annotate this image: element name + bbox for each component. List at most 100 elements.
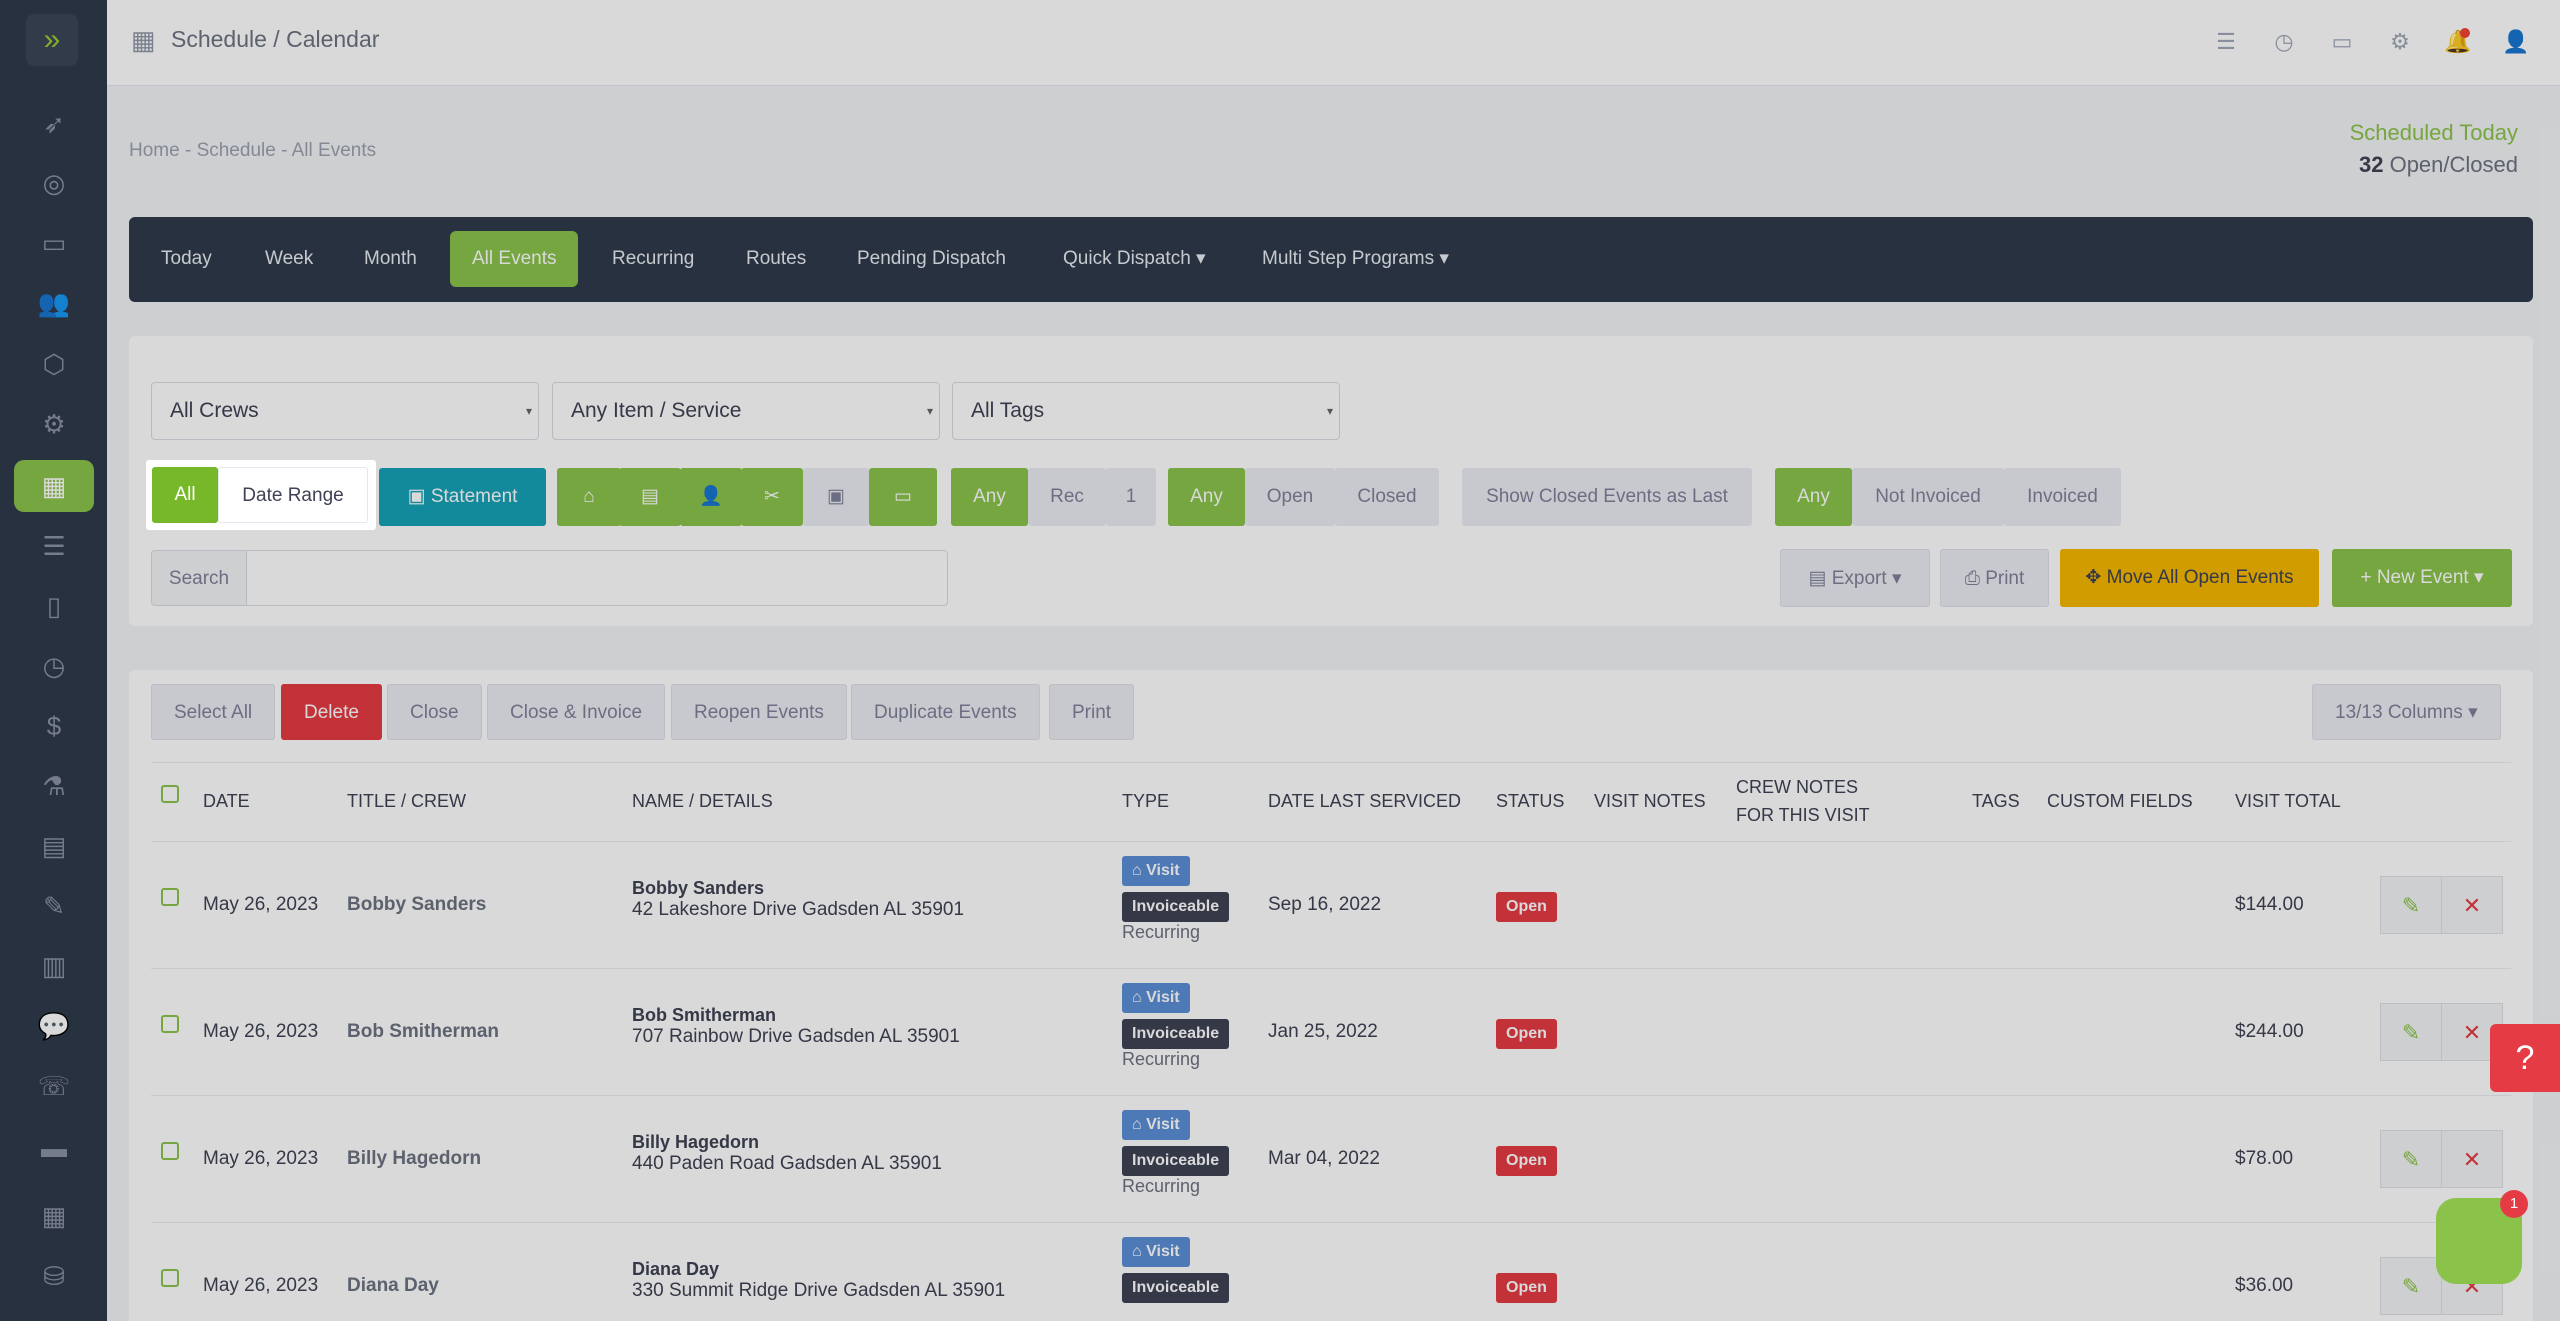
comments-icon[interactable]: 💬: [14, 1000, 94, 1052]
tab-routes[interactable]: Routes: [724, 231, 828, 287]
status-any-button[interactable]: Any: [1168, 468, 1245, 526]
row-checkbox[interactable]: [161, 1269, 179, 1287]
row-crew-link[interactable]: Bobby Sanders: [347, 894, 486, 916]
tab-quick-dispatch[interactable]: Quick Dispatch ▾: [1041, 231, 1228, 287]
dollar-icon[interactable]: $: [14, 700, 94, 752]
row-checkbox[interactable]: [161, 1142, 179, 1160]
users-icon[interactable]: 👥: [14, 277, 94, 329]
tab-pending-dispatch[interactable]: Pending Dispatch: [835, 231, 1028, 287]
tab-multi-step-programs[interactable]: Multi Step Programs ▾: [1240, 231, 1471, 287]
statement-button[interactable]: ▣ Statement: [379, 468, 546, 526]
flask-icon[interactable]: ⚗: [14, 760, 94, 812]
close-icon[interactable]: ✕: [2441, 1130, 2503, 1188]
row-crew-link[interactable]: Diana Day: [347, 1275, 439, 1297]
export-button[interactable]: ▤ Export ▾: [1780, 549, 1930, 607]
tab-recurring[interactable]: Recurring: [590, 231, 716, 287]
box-icon[interactable]: ⬡: [14, 338, 94, 390]
chart-icon[interactable]: ▥: [14, 940, 94, 992]
row-checkbox[interactable]: [161, 888, 179, 906]
col-name-details[interactable]: NAME / DETAILS: [632, 787, 773, 815]
tab-today[interactable]: Today: [139, 231, 234, 287]
edit-icon[interactable]: ✎: [2380, 876, 2442, 934]
row-crew-link[interactable]: Bob Smitherman: [347, 1021, 499, 1043]
row-name-details[interactable]: Bobby Sanders 42 Lakeshore Drive Gadsden …: [632, 878, 964, 921]
col-visit-total[interactable]: VISIT TOTAL: [2235, 787, 2341, 815]
item-service-select[interactable]: Any Item / Service ▾: [552, 382, 940, 440]
money-filter-icon[interactable]: ▣: [803, 468, 869, 526]
edit-icon[interactable]: ✎: [2380, 1257, 2442, 1315]
not-invoiced-button[interactable]: Not Invoiced: [1852, 468, 2004, 526]
row-crew-link[interactable]: Billy Hagedorn: [347, 1148, 481, 1170]
move-all-open-events-button[interactable]: ✥ Move All Open Events: [2060, 549, 2319, 607]
row-checkbox[interactable]: [161, 1015, 179, 1033]
search-input[interactable]: [246, 550, 948, 606]
clipboard-icon[interactable]: ▯: [14, 580, 94, 632]
duplicate-events-button[interactable]: Duplicate Events: [851, 684, 1040, 740]
status-open-button[interactable]: Open: [1245, 468, 1335, 526]
settings-icon[interactable]: ⚙: [2386, 28, 2414, 56]
tools-filter-icon[interactable]: ✂: [741, 468, 803, 526]
support-icon[interactable]: ◎: [14, 157, 94, 209]
monitor-icon[interactable]: ▭: [14, 217, 94, 269]
tags-select[interactable]: All Tags ▾: [952, 382, 1340, 440]
archive-icon[interactable]: ▬: [14, 1122, 94, 1174]
file-signature-icon[interactable]: ✎: [14, 880, 94, 932]
invoiced-button[interactable]: Invoiced: [2004, 468, 2121, 526]
columns-dropdown[interactable]: 13/13 Columns ▾: [2312, 684, 2501, 740]
close-icon[interactable]: ✕: [2441, 876, 2503, 934]
col-visit-notes[interactable]: VISIT NOTES: [1594, 787, 1706, 815]
recurring-one-button[interactable]: 1: [1106, 468, 1156, 526]
calculator-icon[interactable]: ▦: [14, 1190, 94, 1242]
notification-bell-icon[interactable]: 🔔: [2444, 28, 2472, 56]
col-title-crew[interactable]: TITLE / CREW: [347, 787, 466, 815]
print-button[interactable]: ⎙ Print: [1940, 549, 2049, 607]
show-closed-last-button[interactable]: Show Closed Events as Last: [1462, 468, 1752, 526]
row-name-details[interactable]: Diana Day 330 Summit Ridge Drive Gadsden …: [632, 1259, 1005, 1302]
tab-week[interactable]: Week: [243, 231, 335, 287]
sidebar-toggle-icon[interactable]: »: [26, 14, 78, 66]
col-tags[interactable]: TAGS: [1972, 787, 2020, 815]
col-date-last-serviced[interactable]: DATE LAST SERVICED: [1268, 787, 1461, 815]
chat-widget-icon[interactable]: 1: [2436, 1190, 2528, 1284]
table-print-button[interactable]: Print: [1049, 684, 1135, 740]
list-check-icon[interactable]: ☰: [14, 520, 94, 572]
row-name-details[interactable]: Billy Hagedorn 440 Paden Road Gadsden AL …: [632, 1132, 942, 1175]
person-filter-icon[interactable]: 👤: [680, 468, 742, 526]
help-icon[interactable]: ?: [2490, 1024, 2560, 1092]
date-range-button[interactable]: Date Range: [218, 467, 368, 523]
table-row[interactable]: May 26, 2023 Bob Smitherman Bob Smitherm…: [151, 969, 2511, 1096]
database-icon[interactable]: ⛁: [14, 1250, 94, 1302]
calendar-icon[interactable]: ▦: [14, 460, 94, 512]
table-row[interactable]: May 26, 2023 Bobby Sanders Bobby Sanders…: [151, 842, 2511, 969]
table-row[interactable]: May 26, 2023 Diana Day Diana Day 330 Summ…: [151, 1223, 2511, 1321]
table-row[interactable]: May 26, 2023 Billy Hagedorn Billy Hagedo…: [151, 1096, 2511, 1223]
status-closed-button[interactable]: Closed: [1335, 468, 1439, 526]
breadcrumb[interactable]: Home - Schedule - All Events: [129, 140, 376, 162]
col-type[interactable]: TYPE: [1122, 787, 1169, 815]
crews-select[interactable]: All Crews ▾: [151, 382, 539, 440]
user-icon[interactable]: 👤: [2502, 28, 2530, 56]
new-event-button[interactable]: + New Event ▾: [2332, 549, 2512, 607]
rocket-icon[interactable]: ➶: [14, 98, 94, 150]
row-name-details[interactable]: Bob Smitherman 707 Rainbow Drive Gadsden …: [632, 1005, 960, 1048]
select-all-checkbox[interactable]: [161, 785, 179, 803]
phone-icon[interactable]: ☏: [14, 1060, 94, 1112]
task-list-icon[interactable]: ☰: [2212, 28, 2240, 56]
clock-icon[interactable]: ◷: [14, 640, 94, 692]
close-invoice-button[interactable]: Close & Invoice: [487, 684, 666, 740]
col-date[interactable]: DATE: [203, 787, 250, 815]
recurring-any-button[interactable]: Any: [951, 468, 1028, 526]
gears-icon[interactable]: ⚙: [14, 398, 94, 450]
range-all-button[interactable]: All: [152, 467, 218, 523]
tab-all-events[interactable]: All Events: [450, 231, 579, 287]
col-status[interactable]: STATUS: [1496, 787, 1564, 815]
document-icon[interactable]: ▤: [14, 820, 94, 872]
edit-icon[interactable]: ✎: [2380, 1003, 2442, 1061]
col-custom-fields[interactable]: CUSTOM FIELDS: [2047, 787, 2193, 815]
server-filter-icon[interactable]: ▤: [619, 468, 681, 526]
recurring-rec-button[interactable]: Rec: [1028, 468, 1106, 526]
clock-icon[interactable]: ◷: [2270, 28, 2298, 56]
delete-button[interactable]: Delete: [281, 684, 382, 740]
edit-icon[interactable]: ✎: [2380, 1130, 2442, 1188]
inbox-filter-icon[interactable]: ▭: [869, 468, 937, 526]
